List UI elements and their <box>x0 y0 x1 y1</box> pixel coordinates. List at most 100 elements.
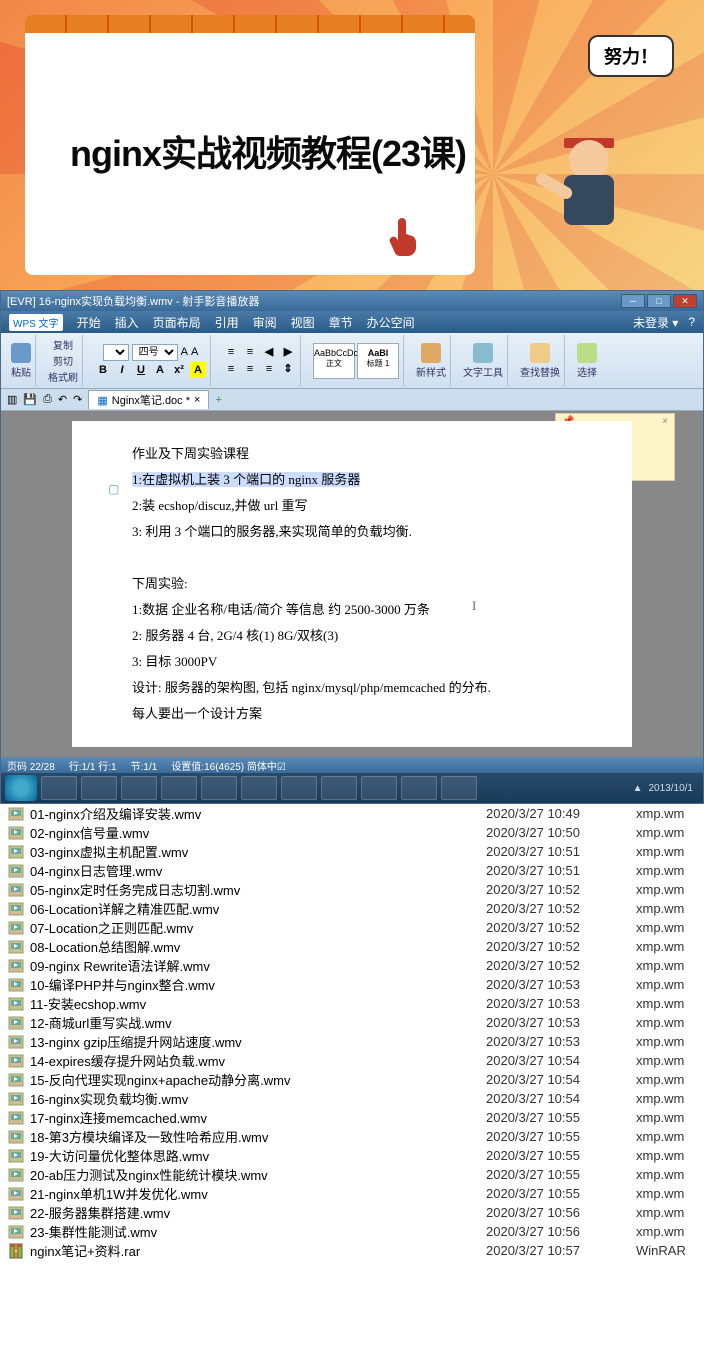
taskbar-item[interactable] <box>401 776 437 800</box>
system-tray[interactable]: ▲ 2013/10/1 <box>633 783 699 794</box>
align-left-icon[interactable]: ≡ <box>223 361 239 377</box>
highlight-button[interactable]: A <box>190 362 206 378</box>
redo-icon[interactable]: ↷ <box>73 393 82 406</box>
file-row[interactable]: 16-nginx实现负载均衡.wmv2020/3/27 10:54xmp.wm <box>0 1089 704 1108</box>
maximize-button[interactable]: □ <box>647 294 671 308</box>
window-titlebar[interactable]: [EVR] 16-nginx实现负载均衡.wmv - 射手影音播放器 ─ □ ✕ <box>1 291 703 311</box>
file-row[interactable]: 04-nginx日志管理.wmv2020/3/27 10:51xmp.wm <box>0 861 704 880</box>
find-icon <box>530 343 550 363</box>
bullet-list-icon[interactable]: ≡ <box>223 344 239 360</box>
document-canvas[interactable]: 📌 × location详解 ▢ 作业及下周实验课程 1:在虚拟机上装 3 个端… <box>1 411 703 757</box>
file-row[interactable]: 21-nginx单机1W并发优化.wmv2020/3/27 10:55xmp.w… <box>0 1184 704 1203</box>
menu-item[interactable]: 引用 <box>215 314 239 331</box>
taskbar-item[interactable] <box>41 776 77 800</box>
superscript-button[interactable]: x² <box>171 362 187 378</box>
taskbar-item[interactable] <box>201 776 237 800</box>
file-row[interactable]: 22-服务器集群搭建.wmv2020/3/27 10:56xmp.wm <box>0 1203 704 1222</box>
wmv-file-icon <box>8 1053 24 1069</box>
copy-button[interactable]: 复制 <box>53 337 73 352</box>
file-row[interactable]: 11-安装ecshop.wmv2020/3/27 10:53xmp.wm <box>0 994 704 1013</box>
file-row[interactable]: 17-nginx连接memcached.wmv2020/3/27 10:55xm… <box>0 1108 704 1127</box>
find-replace-button[interactable]: 查找替换 <box>516 335 565 386</box>
strike-button[interactable]: A <box>152 362 168 378</box>
undo-icon[interactable]: ↶ <box>58 393 67 406</box>
file-row[interactable]: 09-nginx Rewrite语法详解.wmv2020/3/27 10:52x… <box>0 956 704 975</box>
indent-right-icon[interactable]: ▶ <box>280 344 296 360</box>
file-row[interactable]: 23-集群性能测试.wmv2020/3/27 10:56xmp.wm <box>0 1222 704 1241</box>
file-row[interactable]: 14-expires缓存提升网站负载.wmv2020/3/27 10:54xmp… <box>0 1051 704 1070</box>
menu-item[interactable]: 开始 <box>77 314 101 331</box>
file-row[interactable]: nginx笔记+资料.rar2020/3/27 10:57WinRAR <box>0 1241 704 1260</box>
taskbar-item[interactable] <box>241 776 277 800</box>
file-row[interactable]: 02-nginx信号量.wmv2020/3/27 10:50xmp.wm <box>0 823 704 842</box>
file-row[interactable]: 18-第3方模块编译及一致性哈希应用.wmv2020/3/27 10:55xmp… <box>0 1127 704 1146</box>
file-row[interactable]: 19-大访问量优化整体思路.wmv2020/3/27 10:55xmp.wm <box>0 1146 704 1165</box>
file-row[interactable]: 12-商城url重写实战.wmv2020/3/27 10:53xmp.wm <box>0 1013 704 1032</box>
taskbar-item[interactable] <box>281 776 317 800</box>
doc-heading: 作业及下周实验课程 <box>132 441 572 467</box>
close-button[interactable]: ✕ <box>673 294 697 308</box>
menu-item[interactable]: 审阅 <box>253 314 277 331</box>
new-doc-icon[interactable]: ▥ <box>7 393 17 406</box>
document-page[interactable]: ▢ 作业及下周实验课程 1:在虚拟机上装 3 个端口的 nginx 服务器 2:… <box>72 421 632 747</box>
tab-close-icon[interactable]: × <box>194 394 200 406</box>
taskbar-item[interactable] <box>121 776 157 800</box>
login-link[interactable]: 未登录 ▾ <box>633 314 678 331</box>
app-badge[interactable]: WPS 文字 <box>9 314 63 331</box>
help-icon[interactable]: ? <box>688 315 695 329</box>
file-row[interactable]: 07-Location之正则匹配.wmv2020/3/27 10:52xmp.w… <box>0 918 704 937</box>
file-row[interactable]: 03-nginx虚拟主机配置.wmv2020/3/27 10:51xmp.wm <box>0 842 704 861</box>
file-row[interactable]: 20-ab压力测试及nginx性能统计模块.wmv2020/3/27 10:55… <box>0 1165 704 1184</box>
indent-left-icon[interactable]: ◀ <box>261 344 277 360</box>
align-center-icon[interactable]: ≡ <box>242 361 258 377</box>
file-row[interactable]: 01-nginx介绍及编译安装.wmv2020/3/27 10:49xmp.wm <box>0 804 704 823</box>
menu-item[interactable]: 章节 <box>329 314 353 331</box>
file-row[interactable]: 13-nginx gzip压缩提升网站速度.wmv2020/3/27 10:53… <box>0 1032 704 1051</box>
save-icon[interactable]: 💾 <box>23 393 37 406</box>
taskbar-item[interactable] <box>321 776 357 800</box>
taskbar-item[interactable] <box>361 776 397 800</box>
file-row[interactable]: 08-Location总结图解.wmv2020/3/27 10:52xmp.wm <box>0 937 704 956</box>
file-date: 2020/3/27 10:55 <box>486 1148 636 1163</box>
running-person-graphic <box>534 130 644 270</box>
new-tab-button[interactable]: + <box>215 394 221 406</box>
file-row[interactable]: 15-反向代理实现nginx+apache动静分离.wmv2020/3/27 1… <box>0 1070 704 1089</box>
document-tab[interactable]: ▦ Nginx笔记.doc * × <box>88 390 209 409</box>
select-button[interactable]: 选择 <box>573 335 601 386</box>
wmv-file-icon <box>8 806 24 822</box>
line-spacing-icon[interactable]: ⇕ <box>280 361 296 377</box>
tray-icon[interactable]: ▲ <box>633 783 643 794</box>
format-painter-button[interactable]: 格式刷 <box>48 369 78 384</box>
new-style-button[interactable]: 新样式 <box>412 335 451 386</box>
menu-item[interactable]: 办公空间 <box>367 314 415 331</box>
font-grow-icon[interactable]: A <box>181 346 188 358</box>
file-row[interactable]: 10-编译PHP并与nginx整合.wmv2020/3/27 10:53xmp.… <box>0 975 704 994</box>
paste-group[interactable]: 粘贴 <box>7 335 36 386</box>
start-button[interactable] <box>5 775 37 801</box>
font-family-select[interactable] <box>103 344 129 361</box>
taskbar-item[interactable] <box>441 776 477 800</box>
align-right-icon[interactable]: ≡ <box>261 361 277 377</box>
number-list-icon[interactable]: ≡ <box>242 344 258 360</box>
sticky-close-icon[interactable]: × <box>662 416 668 427</box>
taskbar-item[interactable] <box>81 776 117 800</box>
italic-button[interactable]: I <box>114 362 130 378</box>
menu-item[interactable]: 页面布局 <box>153 314 201 331</box>
minimize-button[interactable]: ─ <box>621 294 645 308</box>
page-indicator[interactable]: 页码 22/28 <box>7 758 55 773</box>
file-row[interactable]: 05-nginx定时任务完成日志切割.wmv2020/3/27 10:52xmp… <box>0 880 704 899</box>
underline-button[interactable]: U <box>133 362 149 378</box>
file-row[interactable]: 06-Location详解之精准匹配.wmv2020/3/27 10:52xmp… <box>0 899 704 918</box>
tray-clock[interactable]: 2013/10/1 <box>649 783 694 794</box>
style-heading1[interactable]: AaBl标题 1 <box>357 343 399 379</box>
cut-button[interactable]: 剪切 <box>53 353 73 368</box>
text-tool-button[interactable]: 文字工具 <box>459 335 508 386</box>
bold-button[interactable]: B <box>95 362 111 378</box>
print-icon[interactable]: ⎙ <box>43 393 52 406</box>
taskbar-item[interactable] <box>161 776 197 800</box>
font-shrink-icon[interactable]: A <box>191 346 198 358</box>
menu-item[interactable]: 插入 <box>115 314 139 331</box>
menu-item[interactable]: 视图 <box>291 314 315 331</box>
style-normal[interactable]: AaBbCcDc正文 <box>313 343 355 379</box>
font-size-select[interactable]: 四号 <box>132 344 178 361</box>
